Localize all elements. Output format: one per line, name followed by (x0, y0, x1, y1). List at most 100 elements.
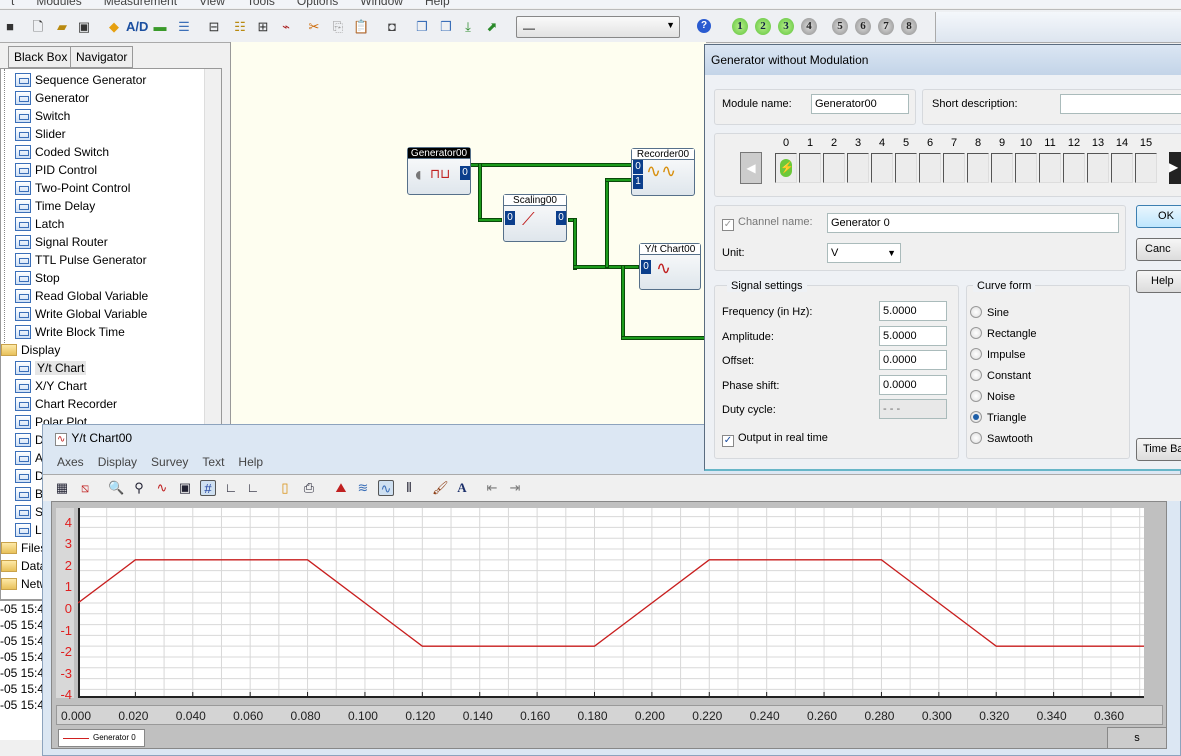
sheet-6-button[interactable]: 6 (855, 18, 871, 35)
report-icon[interactable]: ⌁ (278, 19, 294, 35)
menu-item[interactable]: Window (349, 0, 414, 8)
tree-item[interactable]: S (15, 503, 43, 521)
tree-item[interactable]: Write Block Time (15, 323, 125, 341)
new-file-icon[interactable]: 🗋 (30, 19, 46, 35)
menu-item[interactable]: Help (414, 0, 461, 8)
tree-item[interactable]: Stop (15, 269, 60, 287)
unit-select[interactable]: V ▼ (827, 243, 901, 263)
input-port[interactable]: 0 (505, 211, 515, 225)
curve-radio-noise[interactable]: Noise (970, 390, 1015, 403)
back-arrow-icon[interactable]: ⇤ (484, 480, 500, 496)
sheet-2-button[interactable]: 2 (755, 18, 771, 35)
menu-item[interactable]: Options (286, 0, 349, 8)
field-input[interactable]: 5.0000 (879, 301, 947, 321)
sheet-8-button[interactable]: 8 (901, 18, 917, 35)
tree-folder[interactable]: Files (1, 539, 46, 557)
save-icon[interactable]: ▣ (76, 19, 92, 35)
tree-folder[interactable]: Data (1, 557, 46, 575)
tree-item[interactable]: Switch (15, 107, 70, 125)
zoom-out-icon[interactable]: ⚲ (131, 480, 147, 496)
module-recorder[interactable]: Recorder00 0 1 ∿∿ (631, 148, 695, 196)
channel-next-button[interactable]: ▶ (1169, 152, 1181, 184)
channel-slot[interactable] (919, 153, 941, 183)
x-axis-icon[interactable]: ∟ (223, 480, 239, 496)
output-port[interactable]: 0 (556, 211, 566, 225)
cut-icon[interactable]: ✂ (306, 19, 322, 35)
tree-item[interactable]: PID Control (15, 161, 97, 179)
window-list-icon[interactable]: ☰ (176, 19, 192, 35)
channel-slot[interactable] (1039, 153, 1061, 183)
bars-icon[interactable]: ⫴ (401, 480, 417, 496)
print-icon[interactable]: ⎙ (301, 480, 317, 496)
tree-item[interactable]: D (15, 467, 44, 485)
hardware-icon[interactable]: ▬ (152, 19, 168, 35)
input-port[interactable]: 0 (633, 160, 643, 174)
tab-navigator[interactable]: Navigator (70, 46, 134, 68)
curve-radio-sine[interactable]: Sine (970, 306, 1009, 319)
menu-item[interactable]: View (188, 0, 236, 8)
input-port[interactable]: 1 (633, 175, 643, 189)
curve-radio-constant[interactable]: Constant (970, 369, 1031, 382)
tree-item[interactable]: L (15, 521, 42, 539)
tree-item[interactable]: Chart Recorder (15, 395, 117, 413)
menu-item[interactable]: t (0, 0, 25, 8)
window-cascade-icon[interactable]: ❐ (414, 19, 430, 35)
tree-folder[interactable]: Display (1, 341, 60, 359)
workspace-canvas[interactable]: Generator00 ◖ ⊓⊔ 0 Scaling00 0 ⟋ 0 Recor… (230, 42, 709, 424)
plot-area[interactable] (78, 508, 1144, 698)
forward-arrow-icon[interactable]: ⇥ (507, 480, 523, 496)
layout-icon[interactable]: ⊟ (206, 19, 222, 35)
stacked-icon[interactable]: ≋ (355, 480, 371, 496)
module-generator[interactable]: Generator00 ◖ ⊓⊔ 0 (407, 147, 471, 195)
field-input[interactable]: 0.0000 (879, 350, 947, 370)
open-folder-icon[interactable]: ▰ (54, 19, 70, 35)
help-icon[interactable]: ? (697, 19, 711, 33)
channel-prev-button[interactable]: ◀ (740, 152, 762, 184)
channel-slot[interactable] (1111, 153, 1133, 183)
zoom-in-icon[interactable]: 🔍 (108, 480, 124, 496)
legend[interactable]: Generator 0 (58, 729, 145, 747)
help-button[interactable]: Help (1136, 270, 1181, 293)
curve-radio-triangle[interactable]: Triangle (970, 411, 1026, 424)
ad-converter-icon[interactable]: A/D (126, 19, 148, 35)
channel-slot[interactable] (847, 153, 869, 183)
ok-button[interactable]: OK (1136, 205, 1181, 228)
tree-item[interactable]: Latch (15, 215, 64, 233)
tree-item[interactable]: Sequence Generator (15, 71, 146, 89)
3d-chart-icon[interactable]: ⛰ (333, 480, 349, 496)
stop-icon[interactable]: ■ (2, 19, 18, 35)
sheet-4-button[interactable]: 4 (801, 18, 817, 35)
sheet-3-button[interactable]: 3 (778, 18, 794, 35)
menu-item[interactable]: Measurement (93, 0, 188, 8)
time-base-button[interactable]: Time Ba (1136, 438, 1181, 461)
clipboard-icon[interactable]: ▯ (277, 480, 293, 496)
tree-item[interactable]: Time Delay (15, 197, 95, 215)
minimize-all-icon[interactable]: ⤓ (460, 19, 476, 35)
cancel-button[interactable]: Canc (1136, 238, 1181, 261)
overlay-icon[interactable]: ∿ (378, 480, 394, 496)
chart-menu-item[interactable]: Text (202, 455, 224, 469)
text-font-icon[interactable]: A (454, 480, 470, 496)
save-icon[interactable]: ▣ (177, 480, 193, 496)
field-input[interactable]: 5.0000 (879, 325, 947, 346)
channel-slot[interactable] (967, 153, 989, 183)
tree-item[interactable]: B (15, 485, 43, 503)
realtime-checkbox[interactable]: ✓ Output in real time (722, 432, 828, 447)
channel-name-input[interactable]: Generator 0 (827, 213, 1119, 233)
tree-item[interactable]: D (15, 431, 44, 449)
tree-item[interactable]: Y/t Chart (15, 359, 87, 377)
tree-item[interactable]: Slider (15, 125, 66, 143)
network-icon[interactable]: ⊞ (255, 19, 271, 35)
wizard-icon[interactable]: ◆ (106, 19, 122, 35)
channel-slot[interactable] (943, 153, 965, 183)
module-scaling[interactable]: Scaling00 0 ⟋ 0 (503, 194, 567, 242)
curve-radio-rectangle[interactable]: Rectangle (970, 327, 1037, 340)
tree-item[interactable]: Signal Router (15, 233, 108, 251)
menu-item[interactable]: Modules (25, 0, 92, 8)
sheet-1-button[interactable]: 1 (732, 18, 748, 35)
module-name-input[interactable]: Generator00 (811, 94, 909, 114)
chart-menu-item[interactable]: Help (238, 455, 263, 469)
tree-item[interactable]: Generator (15, 89, 89, 107)
tree-item[interactable]: Read Global Variable (15, 287, 148, 305)
channel-slot[interactable] (1015, 153, 1037, 183)
